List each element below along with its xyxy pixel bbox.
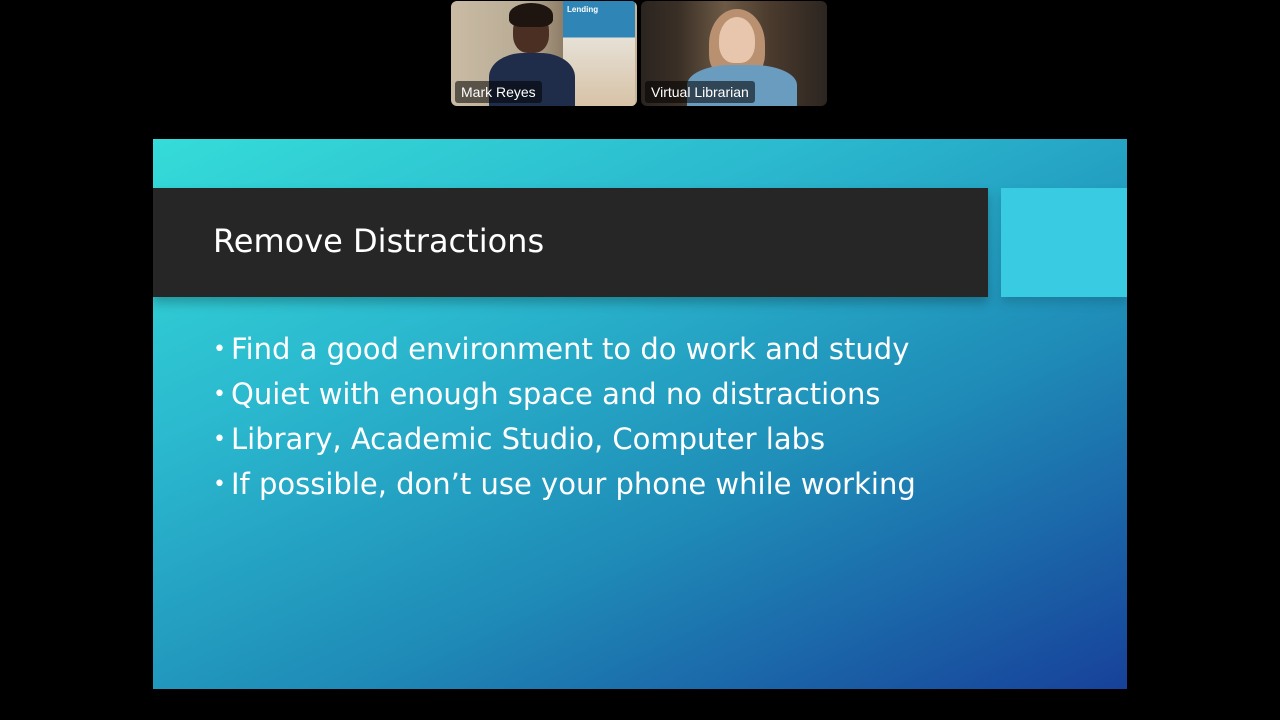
- bullet-icon: •: [213, 337, 226, 362]
- slide-bullet: • Library, Academic Studio, Computer labs: [213, 417, 916, 462]
- bullet-icon: •: [213, 427, 226, 452]
- participant-video-tile[interactable]: Virtual Librarian: [641, 1, 827, 106]
- participant-name-label: Virtual Librarian: [645, 81, 755, 103]
- slide-bullet: • Find a good environment to do work and …: [213, 327, 916, 372]
- shared-slide: Remove Distractions • Find a good environ…: [153, 139, 1127, 689]
- bullet-icon: •: [213, 382, 226, 407]
- slide-title: Remove Distractions: [213, 222, 545, 260]
- participant-head: [719, 17, 755, 63]
- bullet-icon: •: [213, 472, 226, 497]
- slide-bullet: • Quiet with enough space and no distract…: [213, 372, 916, 417]
- slide-bullet-text: Quiet with enough space and no distracti…: [231, 377, 881, 411]
- slide-bullet: • If possible, don’t use your phone while…: [213, 462, 916, 507]
- participant-video-tile[interactable]: Lending Mark Reyes: [451, 1, 637, 106]
- slide-bullet-text: Find a good environment to do work and s…: [231, 332, 910, 366]
- poster-text: Lending: [567, 5, 599, 14]
- meeting-stage: Lending Mark Reyes Virtual Librarian Rem…: [0, 0, 1280, 720]
- participant-name-label: Mark Reyes: [455, 81, 542, 103]
- slide-bullet-text: Library, Academic Studio, Computer labs: [231, 422, 826, 456]
- slide-accent-box: [1001, 188, 1127, 297]
- slide-bullet-text: If possible, don’t use your phone while …: [231, 467, 916, 501]
- slide-bullet-list: • Find a good environment to do work and …: [213, 327, 916, 507]
- participant-hair: [509, 3, 553, 27]
